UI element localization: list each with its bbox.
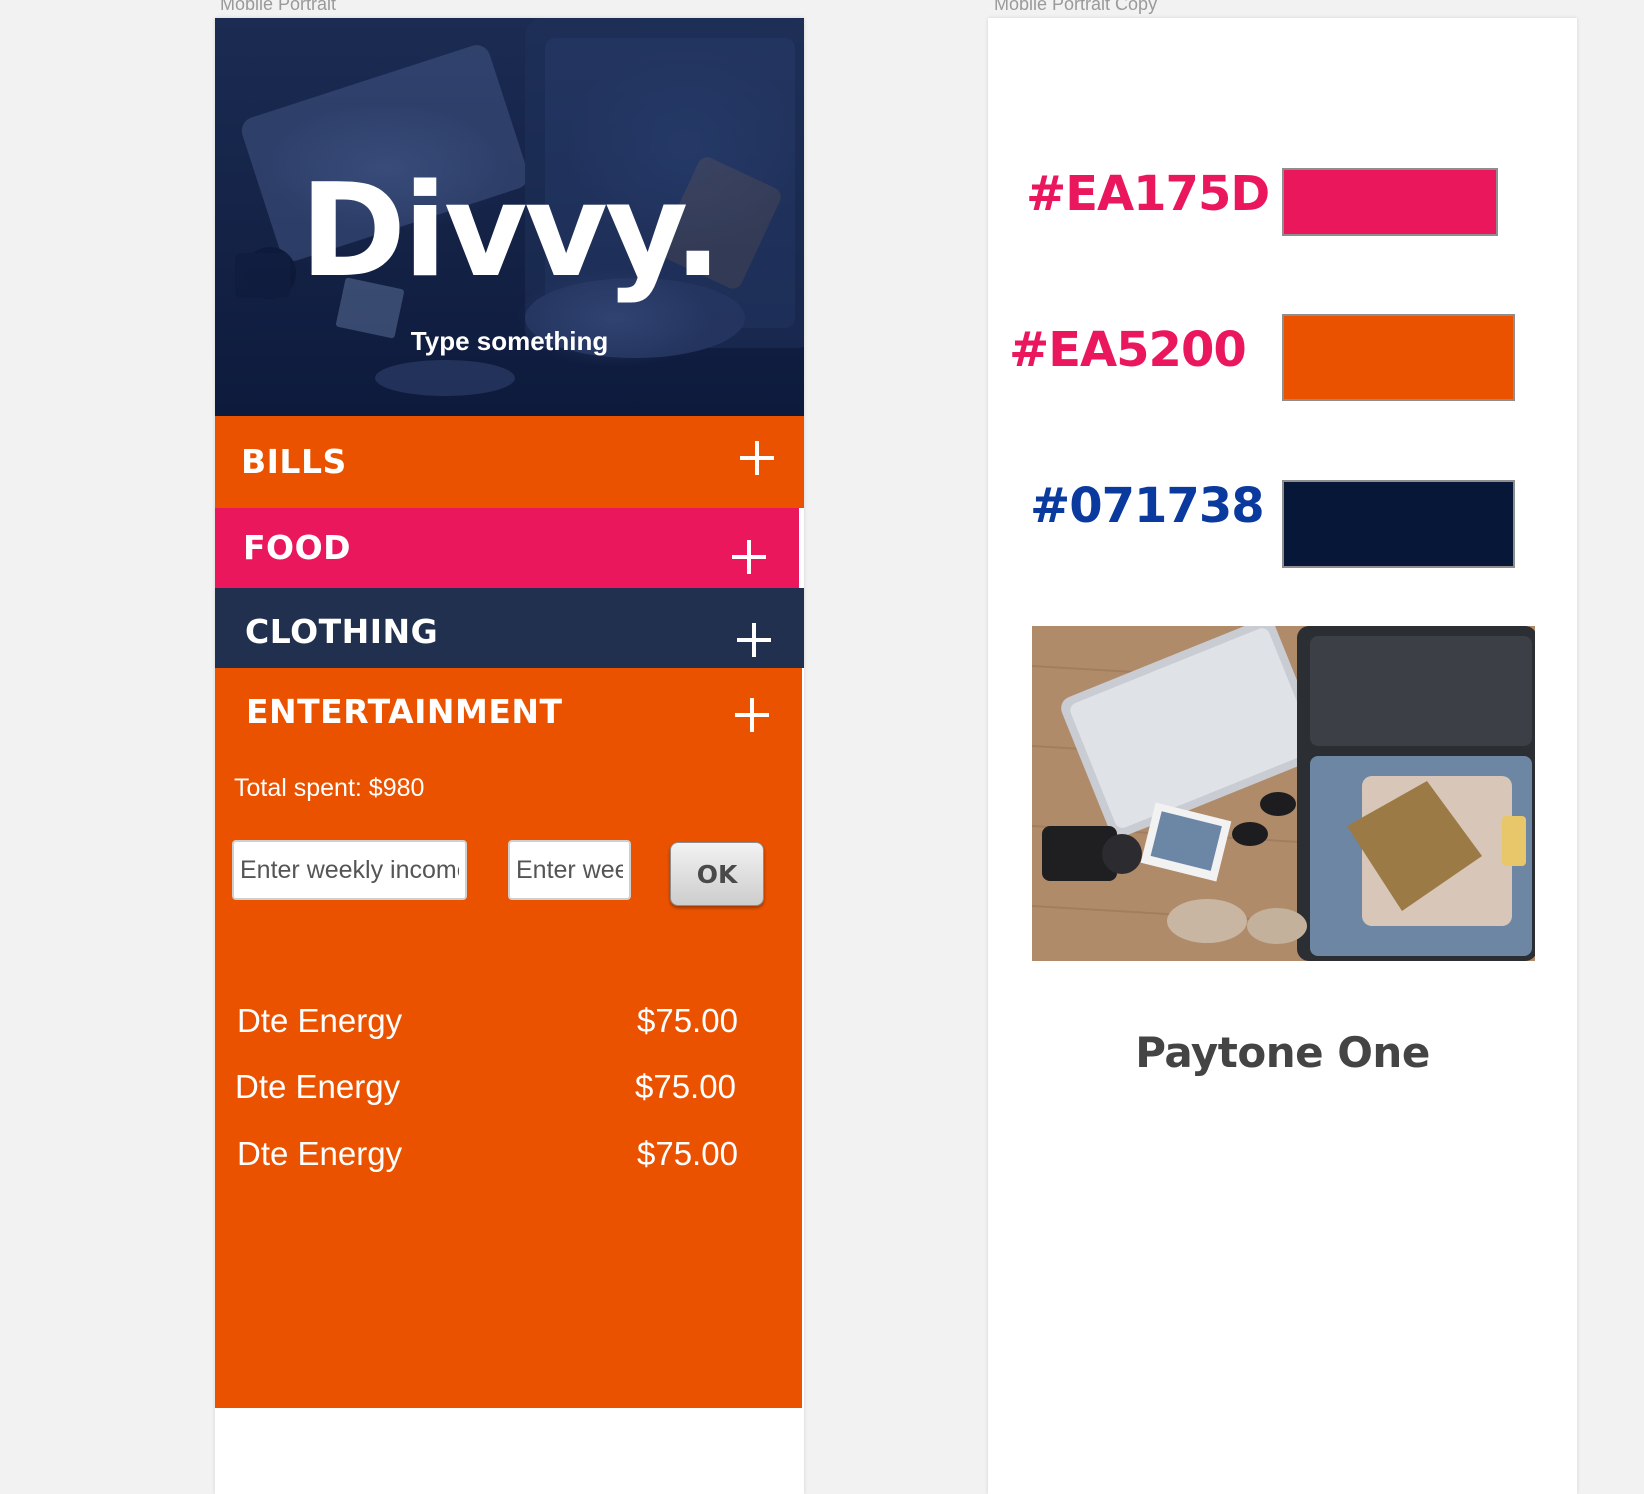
travel-photo-image <box>1032 626 1535 961</box>
bill-name: Dte Energy <box>237 1002 403 1039</box>
travel-photo <box>1032 626 1535 961</box>
color-swatch <box>1282 168 1498 236</box>
category-clothing[interactable]: CLOTHING <box>215 588 804 668</box>
app-title: Divvy. <box>299 157 722 306</box>
add-food-icon[interactable] <box>732 540 766 574</box>
color-hex-label: #EA175D <box>1026 166 1270 222</box>
add-entertainment-icon[interactable] <box>735 698 769 732</box>
weekly-income-input[interactable] <box>232 840 467 900</box>
color-swatch <box>1282 314 1515 401</box>
weekly-amount-input[interactable] <box>508 840 631 900</box>
color-hex-label: #EA5200 <box>1009 322 1247 378</box>
artboard-label-left: Mobile Portrait <box>220 0 337 14</box>
artboard-label-right: Mobile Portrait Copy <box>994 0 1158 14</box>
bill-amount: $75.00 <box>637 1135 738 1172</box>
font-name: Paytone One <box>1135 1028 1430 1077</box>
category-bills[interactable]: BILLS <box>215 416 804 508</box>
mobile-portrait-artboard: Divvy. Type something BILLS FOOD CLOTHIN… <box>215 18 804 1494</box>
add-clothing-icon[interactable] <box>737 623 771 657</box>
add-bills-icon[interactable] <box>740 441 774 475</box>
color-hex-label: #071738 <box>1030 478 1265 534</box>
bill-name: Dte Energy <box>237 1135 403 1172</box>
bill-amount: $75.00 <box>637 1002 738 1039</box>
category-entertainment[interactable]: ENTERTAINMENT <box>215 668 804 754</box>
category-label-clothing: CLOTHING <box>245 612 439 651</box>
total-spent: Total spent: $980 <box>234 774 425 802</box>
category-label-food: FOOD <box>243 528 352 567</box>
hero-banner: Divvy. Type something <box>215 18 804 416</box>
style-guide-artboard: #EA175D #EA5200 #071738 Paytone One <box>988 18 1577 1494</box>
ok-button[interactable]: OK <box>670 842 764 906</box>
category-food[interactable]: FOOD <box>215 508 799 588</box>
app-subtitle: Type something <box>410 326 609 356</box>
category-label-entertainment: ENTERTAINMENT <box>246 692 563 731</box>
category-label-bills: BILLS <box>241 442 347 481</box>
bill-name: Dte Energy <box>235 1068 401 1105</box>
bill-amount: $75.00 <box>635 1068 736 1105</box>
color-swatch <box>1282 480 1515 568</box>
